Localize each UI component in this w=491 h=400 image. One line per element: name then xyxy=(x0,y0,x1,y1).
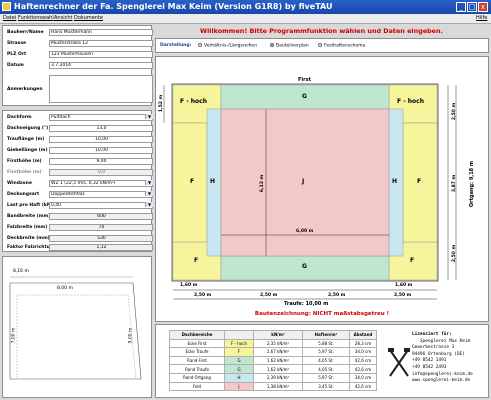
table-row: Rand Ortgang H 2,39 kN/m² 5,97 St. 34,0 cm xyxy=(169,372,377,383)
datum-field[interactable]: 3.7.2014 xyxy=(49,62,153,69)
zone-f-bottom-left: F xyxy=(194,257,199,264)
radio-icon xyxy=(198,43,202,47)
table-row: Feld J 1,38 kN/m² 3,45 St. 42,6 cm xyxy=(169,381,377,392)
strasse-field[interactable]: Musterstraße 12 xyxy=(49,40,153,47)
sketch-right-label: 9,00 m xyxy=(128,327,134,344)
sketch-left-label: 7,00 m xyxy=(11,327,17,344)
traufe-label: Traufe: 10,00 m xyxy=(284,301,329,307)
table-row: Ecke Traufe F 2,67 kN/m² 5,97 St. 34,0 cm xyxy=(169,347,377,357)
welcome-message: Willkommen! Bitte Programmfunktion wähle… xyxy=(200,27,443,35)
strasse-row: Strasse Musterstraße 12 xyxy=(7,40,157,48)
windzone-select[interactable]: WZ 1 (22,5 m/s, 0,32 kN/m²) xyxy=(49,180,153,187)
dim-bottom-right: 1,60 m xyxy=(395,283,413,288)
chevron-down-icon[interactable]: ▼ xyxy=(145,191,153,196)
minimize-button[interactable]: _ xyxy=(456,2,466,12)
chevron-down-icon[interactable]: ▼ xyxy=(145,202,153,207)
giebel-field[interactable]: 10,00 xyxy=(49,147,153,154)
zone-j: J xyxy=(302,178,305,185)
dim-b2: 2,50 m xyxy=(260,293,278,298)
zone-h-right: H xyxy=(392,178,398,185)
bauherr-row: Bauherr/Name Hans Mustermann xyxy=(7,29,157,37)
first-label: First xyxy=(298,77,311,83)
menu-datei[interactable]: Datei xyxy=(3,15,16,22)
chevron-down-icon[interactable]: ▼ xyxy=(145,180,153,185)
menu-hilfe[interactable]: Hilfe xyxy=(476,15,487,22)
dim-top-left: 1,52 m xyxy=(159,94,165,113)
crossed-tools-icon xyxy=(388,348,410,377)
firsthoehe-disabled: 0,0 xyxy=(49,169,153,176)
table-row: Ecke First F - hoch 2,35 kN/m² 5,88 St. 28,3… xyxy=(169,338,377,349)
table-row: Rand First G 1,62 kN/m² 4,05 St. 42,6 cm xyxy=(169,355,377,366)
sketch-width-label: 8,16 m xyxy=(13,269,29,274)
zone-f-hoch-left: F - hoch xyxy=(180,98,207,105)
zone-f-bottom-right: F xyxy=(410,257,415,264)
chevron-down-icon[interactable]: ▼ xyxy=(145,114,153,119)
roof-plan xyxy=(163,83,457,300)
dachform-select[interactable]: Pultdach xyxy=(49,114,153,121)
table-header: Dachbereiche kN/m² Haften/m² Abstand xyxy=(169,330,377,340)
zone-g-top: G xyxy=(302,93,307,100)
dim-right-mid: 3,87 m xyxy=(452,174,458,193)
app-icon xyxy=(2,2,11,11)
zone-g-bottom: G xyxy=(302,263,307,270)
radio-selected-icon xyxy=(270,43,274,47)
window-titlebar: Haftenrechner der Fa. Spenglerei Max Kei… xyxy=(0,0,491,14)
option-verhaeltnis[interactable]: Verhältnis-/Längsreihen xyxy=(198,43,257,49)
dim-b1: 2,50 m xyxy=(194,293,212,298)
firsthoehe-field[interactable]: 9,00 xyxy=(49,158,153,165)
customer-panel: Bauherr/Name Hans Mustermann Strasse Mus… xyxy=(2,25,153,106)
dim-ortgang: Ortgang: 9,18 m xyxy=(469,160,476,208)
option-festhaftenschema[interactable]: Festhaftenschema xyxy=(318,43,365,49)
dim-b4: 2,50 m xyxy=(394,293,412,298)
zone-f-left: F xyxy=(190,178,195,185)
datum-row: Datum 3.7.2014 xyxy=(7,62,157,70)
plz-row: PLZ Ort 123 Musterhausen xyxy=(7,51,157,59)
sketch-inner-label: 8,00 m xyxy=(57,286,73,291)
parameters-panel: Dachform Pultdach ▼ Dachneigung (°) 13,0 Tr… xyxy=(2,110,153,252)
window-title: Haftenrechner der Fa. Spenglerei Max Kei… xyxy=(14,2,333,11)
view-label: Darstellung: xyxy=(160,43,192,48)
dim-right-low: 2,50 m xyxy=(452,244,458,263)
company-text: Lizenziert für: Spenglerei Max Keim Gewe… xyxy=(412,332,473,384)
results-table: Dachbereiche kN/m² Haften/m² Abstand Eck… xyxy=(169,330,377,392)
view-selector: Darstellung: Verhältnis-/Längsreihen Bau… xyxy=(155,38,489,53)
bauherr-field[interactable]: Hans Mustermann xyxy=(49,29,153,36)
anmerkungen-field[interactable] xyxy=(49,75,153,103)
table-row: Rand Traufe G 1,62 kN/m² 4,05 St. 42,6 cm xyxy=(169,364,377,374)
dim-center-horizontal: 6,00 m xyxy=(296,229,314,234)
plan-panel: First F - hoch F - hoch G G F F H H J F … xyxy=(155,56,489,322)
maximize-button[interactable]: □ xyxy=(467,2,477,12)
menu-funktionswahl[interactable]: Funktionswahl xyxy=(18,15,54,22)
menu-ansicht[interactable]: Ansicht xyxy=(54,15,72,22)
anmerkungen-row: Anmerkungen xyxy=(7,75,157,103)
dim-b3: 2,50 m xyxy=(328,293,346,298)
deckbreite-field: 530 xyxy=(49,235,153,242)
dachneigung-field[interactable]: 13,0 xyxy=(49,125,153,132)
small-diagram-panel: 8,16 m 8,00 m 7,00 m 9,00 m xyxy=(2,256,152,398)
menu-bar: Datei Funktionswahl Ansicht Dokumente Hi… xyxy=(0,14,491,24)
falzbreite-field: 70 xyxy=(49,224,153,231)
close-button[interactable]: x xyxy=(478,2,488,12)
traufe-field[interactable]: 10,00 xyxy=(49,136,153,143)
deckungsart-select[interactable]: Doppelstehfalz xyxy=(49,191,153,198)
zone-h-left: H xyxy=(210,178,216,185)
dim-side-right: 2,50 m xyxy=(452,102,458,121)
radio-icon xyxy=(318,43,322,47)
dim-bottom-left: 1,60 m xyxy=(180,283,198,288)
dim-center-vertical: 6,13 m xyxy=(260,174,266,193)
faktor-field: 1,12 xyxy=(49,244,153,251)
bandbreite-field: 600 xyxy=(49,213,153,220)
warning-text: Bautenzeichnung: NICHT maßstabsgetreu ! xyxy=(254,311,390,317)
last-select[interactable]: 0,40 xyxy=(49,202,153,209)
company-box: Lizenziert für: Spenglerei Max Keim Gewe… xyxy=(382,332,486,394)
zone-f-right: F xyxy=(417,178,422,185)
zone-f-hoch-right: F - hoch xyxy=(397,98,424,105)
option-bauteilverplan[interactable]: Bauteilverplan xyxy=(270,43,309,49)
menu-dokumente[interactable]: Dokumente xyxy=(74,15,103,22)
plz-field[interactable]: 123 Musterhausen xyxy=(49,51,153,58)
